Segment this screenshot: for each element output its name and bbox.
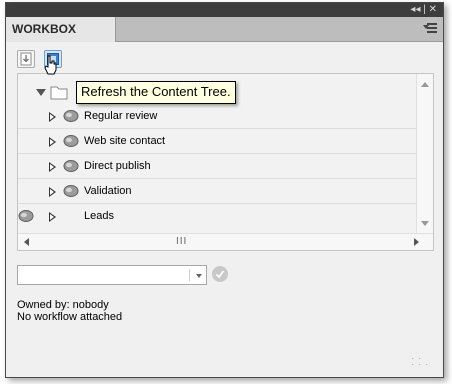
workflow-icon: [63, 160, 79, 172]
workflow-icon: [63, 110, 79, 122]
tree-item[interactable]: Validation: [18, 179, 416, 204]
workflow-icon: [63, 135, 79, 147]
tab-strip: WORKBOX: [6, 17, 443, 42]
scroll-left-icon[interactable]: [24, 238, 29, 246]
scrollbar-grip[interactable]: III: [176, 236, 187, 247]
tree-item-label: Validation: [84, 185, 132, 197]
tree-item-label: Leads: [84, 210, 114, 222]
vertical-scrollbar[interactable]: [416, 74, 433, 234]
hand-cursor-icon: [44, 55, 57, 75]
workflow-status-text: No workflow attached: [17, 311, 123, 323]
chevron-down-icon[interactable]: [196, 274, 202, 278]
workflow-command-select[interactable]: [17, 265, 207, 285]
expand-arrow-icon[interactable]: [49, 187, 56, 197]
tree-item-label: Direct publish: [84, 160, 151, 172]
workflow-icon: [18, 210, 34, 222]
scroll-up-icon[interactable]: [421, 82, 429, 87]
expand-arrow-icon[interactable]: [49, 137, 56, 147]
panel-menu-icon[interactable]: [423, 21, 437, 35]
workflow-icon: [63, 185, 79, 197]
tree-item-label: Regular review: [84, 110, 158, 122]
scroll-down-icon[interactable]: [421, 221, 429, 226]
resize-grip-icon[interactable]: . .. . .: [411, 352, 429, 367]
window-titlebar: ◂◂ | ✕: [6, 3, 443, 17]
refresh-tooltip: Refresh the Content Tree.: [76, 81, 236, 104]
owner-text: Owned by: nobody: [17, 299, 109, 311]
collapse-arrow-icon[interactable]: [36, 89, 46, 96]
tree-item[interactable]: Regular review: [18, 104, 416, 129]
tree-item[interactable]: Leads: [18, 204, 416, 228]
scroll-right-icon[interactable]: [414, 238, 419, 246]
download-button[interactable]: [17, 50, 35, 68]
execute-button[interactable]: [212, 266, 228, 282]
tab-workbox[interactable]: WORKBOX: [6, 17, 116, 42]
expand-arrow-icon[interactable]: [49, 162, 56, 172]
window-controls[interactable]: ◂◂ | ✕: [410, 3, 437, 16]
tree-item[interactable]: Web site contact: [18, 129, 416, 154]
expand-arrow-icon[interactable]: [49, 112, 56, 122]
tree-item-label: Web site contact: [84, 135, 166, 147]
workbox-panel: ◂◂ | ✕ WORKBOX Regular review Web site c…: [5, 2, 444, 378]
workflow-actions: Owned by: nobody No workflow attached . …: [17, 261, 433, 369]
workbox-toolbar: [6, 42, 443, 72]
tree-item[interactable]: Direct publish: [18, 154, 416, 179]
expand-arrow-icon[interactable]: [49, 212, 56, 222]
workflow-info: Owned by: nobody No workflow attached: [17, 299, 122, 323]
folder-icon: [50, 86, 68, 100]
horizontal-scrollbar[interactable]: III: [18, 233, 433, 250]
download-icon: [20, 52, 32, 66]
checkmark-icon: [215, 270, 225, 279]
